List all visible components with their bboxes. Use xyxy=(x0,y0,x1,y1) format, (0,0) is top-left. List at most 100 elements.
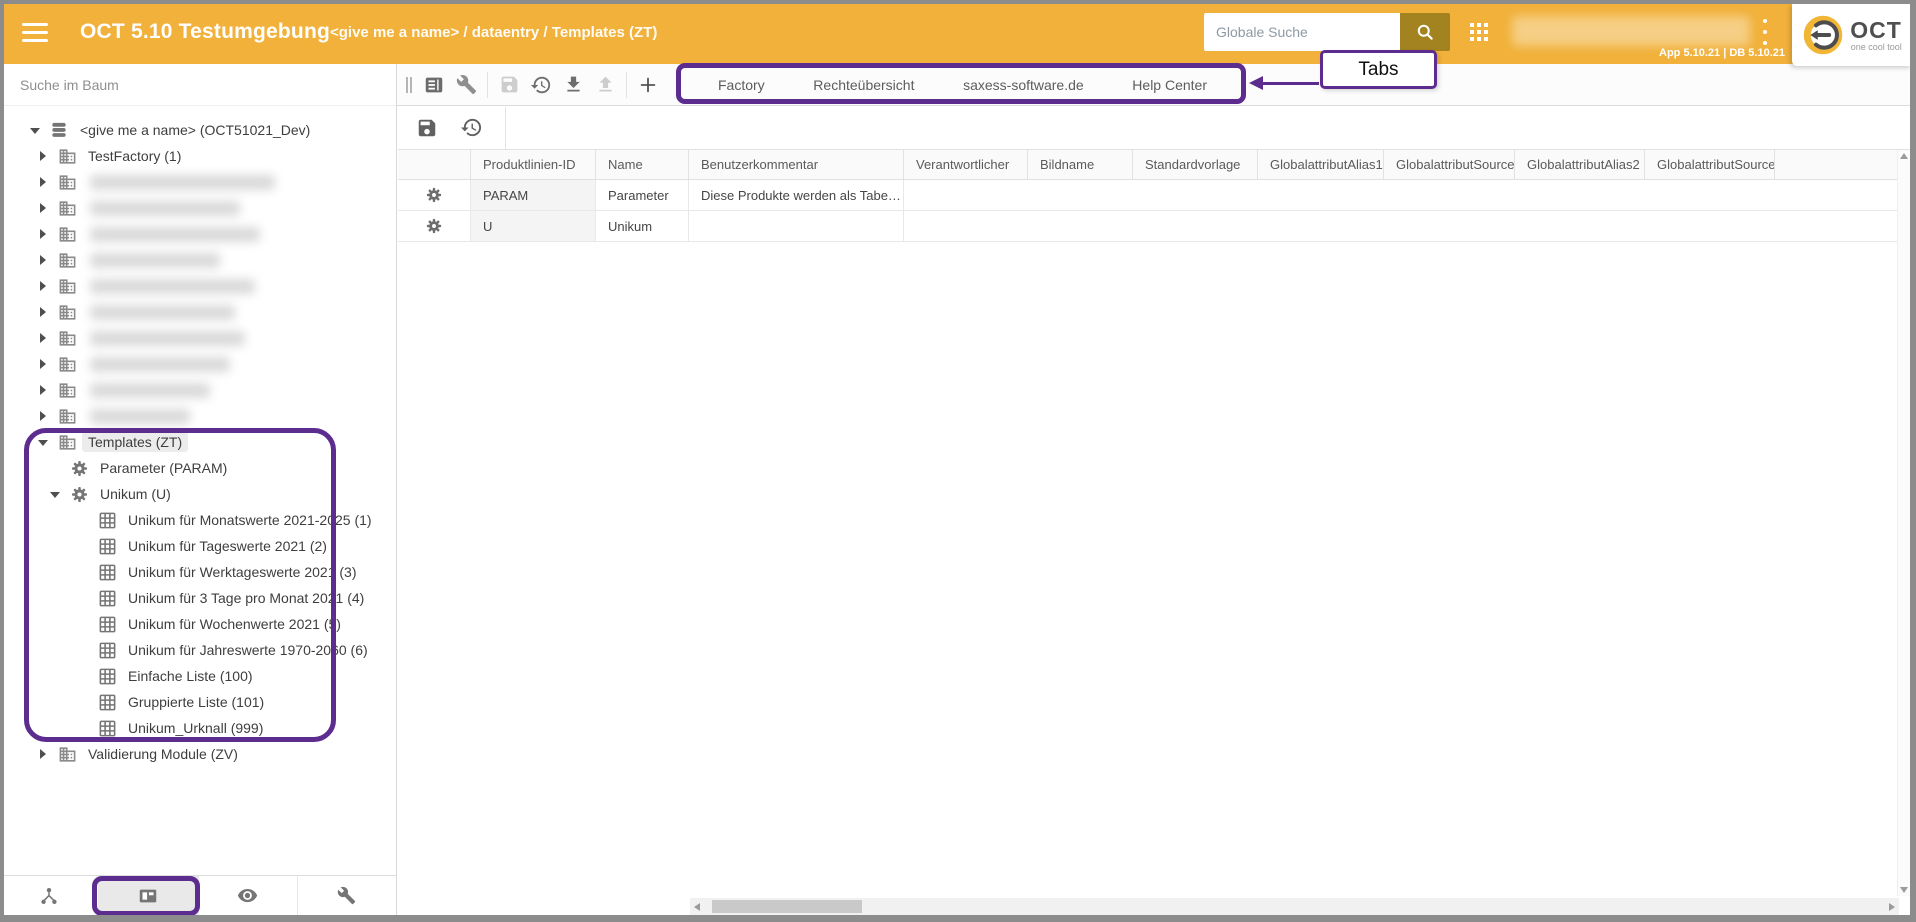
caret-right-icon[interactable] xyxy=(38,385,48,395)
tree-item-template[interactable]: Gruppierte Liste (101) xyxy=(0,689,396,715)
caret-right-icon[interactable] xyxy=(38,151,48,161)
caret-down-icon[interactable] xyxy=(38,437,48,447)
caret-right-icon[interactable] xyxy=(38,255,48,265)
tree-item-blurred[interactable] xyxy=(0,351,396,377)
tree-item-validierung[interactable]: Validierung Module (ZV) xyxy=(0,741,396,767)
tab-help-center[interactable]: Help Center xyxy=(1132,77,1207,93)
view-settings-button[interactable] xyxy=(298,876,396,915)
tree-item-blurred[interactable] xyxy=(0,273,396,299)
save-icon-disabled[interactable] xyxy=(493,70,525,100)
tab-factory[interactable]: Factory xyxy=(718,77,765,93)
cell-empty[interactable] xyxy=(904,211,1916,241)
tree-item-template[interactable]: Einfache Liste (100) xyxy=(0,663,396,689)
tree-item-template[interactable]: Unikum für Monatswerte 2021-2025 (1) xyxy=(0,507,396,533)
tab-saxess-software[interactable]: saxess-software.de xyxy=(963,77,1084,93)
cell-benutzerkommentar[interactable] xyxy=(689,211,904,241)
caret-right-icon[interactable] xyxy=(38,177,48,187)
tree-item-blurred[interactable] xyxy=(0,247,396,273)
cell-produktlinien-id[interactable]: U xyxy=(471,211,596,241)
tree-item-blurred[interactable] xyxy=(0,169,396,195)
cell-benutzerkommentar[interactable]: Diese Produkte werden als Tabe… xyxy=(689,180,904,210)
table-row[interactable]: U Unikum xyxy=(398,211,1916,242)
save-icon[interactable] xyxy=(411,113,443,143)
column-header-actions[interactable] xyxy=(398,150,471,179)
tree-item-label-selected: Templates (ZT) xyxy=(82,432,188,452)
tree-item-blurred[interactable] xyxy=(0,195,396,221)
tree-item-unikum[interactable]: Unikum (U) xyxy=(0,481,396,507)
global-search-input[interactable] xyxy=(1204,13,1400,51)
factory-icon xyxy=(56,431,78,453)
view-dataentry-button[interactable] xyxy=(99,876,198,915)
column-header-benutzerkommentar[interactable]: Benutzerkommentar xyxy=(689,150,904,179)
detail-panel-icon[interactable] xyxy=(418,70,450,100)
column-header-globalattributalias1[interactable]: GlobalattributAlias1 xyxy=(1258,150,1384,179)
table-row[interactable]: PARAM Parameter Diese Produkte werden al… xyxy=(398,180,1916,211)
column-header-globalattributalias2[interactable]: GlobalattributAlias2 xyxy=(1515,150,1645,179)
column-header-verantwortlicher[interactable]: Verantwortlicher xyxy=(904,150,1028,179)
tree-item-blurred[interactable] xyxy=(0,299,396,325)
factory-icon xyxy=(56,353,78,375)
cell-name[interactable]: Unikum xyxy=(596,211,689,241)
tree-item-blurred[interactable] xyxy=(0,403,396,429)
caret-down-icon[interactable] xyxy=(50,489,60,499)
scrollbar-thumb[interactable] xyxy=(712,900,862,913)
tree-item-blurred[interactable] xyxy=(0,325,396,351)
row-actions-cell[interactable] xyxy=(398,211,471,241)
tree-item-template[interactable]: Unikum_Urknall (999) xyxy=(0,715,396,741)
column-header-produktlinien-id[interactable]: Produktlinien-ID xyxy=(471,150,596,179)
column-header-globalattributsource2[interactable]: GlobalattributSource2 xyxy=(1645,150,1775,179)
history-icon[interactable] xyxy=(455,113,487,143)
view-hierarchy-button[interactable] xyxy=(0,876,99,915)
column-header-name[interactable]: Name xyxy=(596,150,689,179)
scroll-up-arrow[interactable] xyxy=(1900,153,1908,159)
add-tab-icon[interactable] xyxy=(632,70,664,100)
column-header-globalattributsource1[interactable]: GlobalattributSource1 xyxy=(1384,150,1515,179)
scroll-down-arrow[interactable] xyxy=(1900,887,1908,893)
column-header-standardvorlage[interactable]: Standardvorlage xyxy=(1133,150,1258,179)
cell-name[interactable]: Parameter xyxy=(596,180,689,210)
tree-item-testfactory[interactable]: TestFactory (1) xyxy=(0,143,396,169)
upload-icon-disabled[interactable] xyxy=(589,70,621,100)
horizontal-scrollbar[interactable] xyxy=(690,898,1899,915)
column-header-bildname[interactable]: Bildname xyxy=(1028,150,1133,179)
global-search-button[interactable] xyxy=(1400,13,1450,51)
caret-right-icon[interactable] xyxy=(38,359,48,369)
more-options-icon[interactable] xyxy=(1763,19,1769,45)
sidebar-resize-handle[interactable] xyxy=(404,72,414,98)
caret-right-icon[interactable] xyxy=(38,749,48,759)
view-preview-button[interactable] xyxy=(199,876,298,915)
tree-search-input[interactable] xyxy=(0,64,396,105)
tree-item-template[interactable]: Unikum für Werktageswerte 2021 (3) xyxy=(0,559,396,585)
gear-icon[interactable] xyxy=(425,186,443,204)
tree-item-blurred[interactable] xyxy=(0,221,396,247)
toolbar-divider xyxy=(626,72,627,98)
caret-right-icon[interactable] xyxy=(38,307,48,317)
tree-item-templates[interactable]: Templates (ZT) xyxy=(0,429,396,455)
tab-rechteuebersicht[interactable]: Rechteübersicht xyxy=(813,77,914,93)
tree-item-template[interactable]: Unikum für Jahreswerte 1970-2060 (6) xyxy=(0,637,396,663)
tree-item-blurred[interactable] xyxy=(0,377,396,403)
scroll-left-arrow[interactable] xyxy=(694,903,700,911)
hamburger-menu-icon[interactable] xyxy=(22,23,48,42)
vertical-scrollbar[interactable] xyxy=(1897,150,1910,896)
tree-item-parameter[interactable]: Parameter (PARAM) xyxy=(0,455,396,481)
caret-right-icon[interactable] xyxy=(38,411,48,421)
wrench-icon[interactable] xyxy=(450,70,482,100)
scroll-right-arrow[interactable] xyxy=(1889,903,1895,911)
caret-right-icon[interactable] xyxy=(38,281,48,291)
tree-item-template[interactable]: Unikum für Wochenwerte 2021 (5) xyxy=(0,611,396,637)
gear-icon[interactable] xyxy=(425,217,443,235)
download-icon[interactable] xyxy=(557,70,589,100)
cell-empty[interactable] xyxy=(904,180,1916,210)
history-icon[interactable] xyxy=(525,70,557,100)
tree-item-template[interactable]: Unikum für Tageswerte 2021 (2) xyxy=(0,533,396,559)
caret-right-icon[interactable] xyxy=(38,229,48,239)
caret-right-icon[interactable] xyxy=(38,333,48,343)
caret-down-icon[interactable] xyxy=(30,125,40,135)
caret-right-icon[interactable] xyxy=(38,203,48,213)
tree-item-root[interactable]: <give me a name> (OCT51021_Dev) xyxy=(0,117,396,143)
tree-item-template[interactable]: Unikum für 3 Tage pro Monat 2021 (4) xyxy=(0,585,396,611)
row-actions-cell[interactable] xyxy=(398,180,471,210)
cell-produktlinien-id[interactable]: PARAM xyxy=(471,180,596,210)
apps-grid-icon[interactable] xyxy=(1470,23,1492,43)
